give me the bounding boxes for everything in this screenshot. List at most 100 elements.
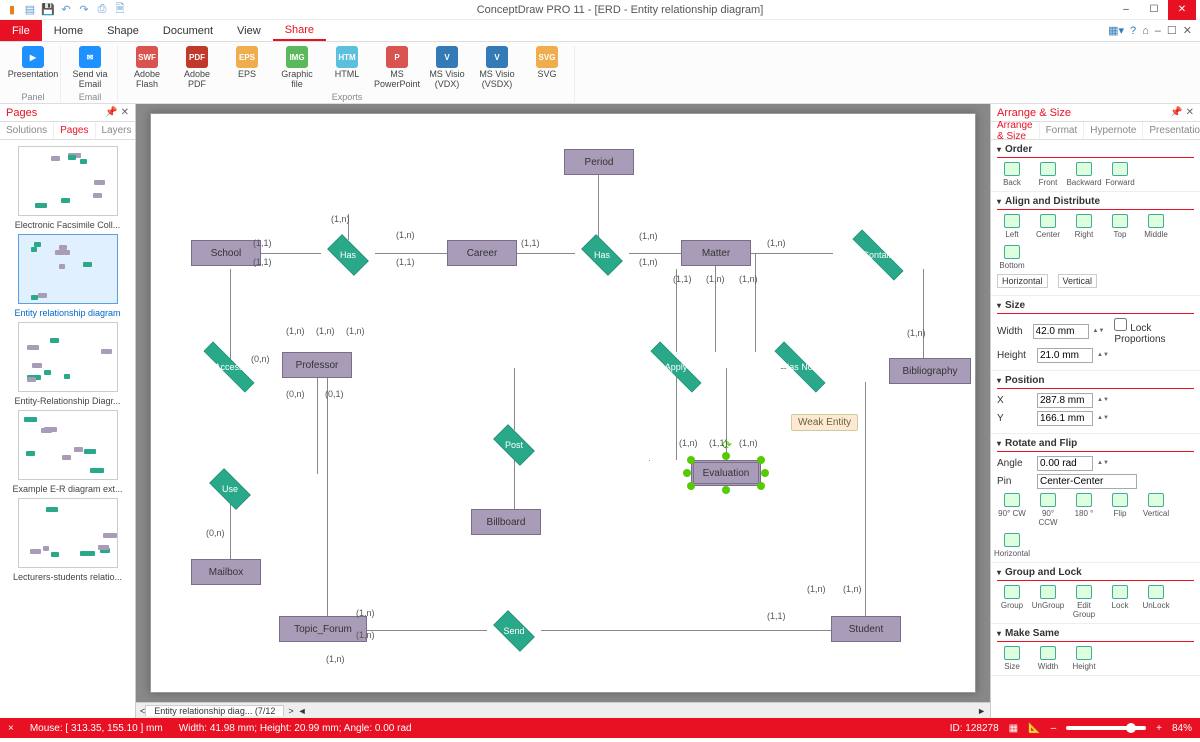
- horizontal-button[interactable]: Horizontal: [997, 533, 1027, 558]
- tab-solutions[interactable]: Solutions: [0, 122, 54, 139]
- spinner-icon[interactable]: ▲▼: [1097, 353, 1109, 358]
- hscroll-right-icon[interactable]: ►: [977, 706, 986, 716]
- entity-professor[interactable]: Professor: [282, 352, 352, 378]
- height-button[interactable]: Height: [1069, 646, 1099, 671]
- qat-undo-icon[interactable]: ↶: [58, 2, 74, 18]
- menu-view[interactable]: View: [225, 20, 273, 41]
- relationship-has2[interactable]: Has: [575, 240, 629, 270]
- grid-icon[interactable]: ▦: [1009, 723, 1018, 734]
- ribbon-export-v[interactable]: VMS Visio (VDX): [426, 46, 468, 90]
- selection-handle[interactable]: [757, 456, 765, 464]
- qat-redo-icon[interactable]: ↷: [76, 2, 92, 18]
- max2-icon[interactable]: ☐: [1167, 24, 1177, 37]
- back-button[interactable]: Back: [997, 162, 1027, 187]
- help-icon[interactable]: ?: [1130, 25, 1136, 37]
- entity-evaluation[interactable]: Evaluation: [691, 460, 761, 486]
- qat-print-icon[interactable]: ⎙: [94, 2, 110, 18]
- width-input[interactable]: [1033, 324, 1089, 339]
- qat-recent-icon[interactable]: 🗎: [112, 2, 128, 18]
- entity-school[interactable]: School: [191, 240, 261, 266]
- pin-icon[interactable]: 📌 ✕: [1170, 107, 1194, 118]
- page-thumbnail[interactable]: Example E-R diagram ext...: [8, 410, 128, 494]
- front-button[interactable]: Front: [1033, 162, 1063, 187]
- zoom-slider[interactable]: [1066, 726, 1146, 730]
- backward-button[interactable]: Backward: [1069, 162, 1099, 187]
- diagram-canvas[interactable]: PeriodSchoolCareerMatterProfessorBibliog…: [150, 113, 976, 693]
- min2-icon[interactable]: –: [1155, 25, 1161, 37]
- vertical-button[interactable]: Vertical: [1141, 493, 1171, 527]
- entity-career[interactable]: Career: [447, 240, 517, 266]
- relationship-post[interactable]: Post: [487, 430, 541, 460]
- ribbon-send-email[interactable]: ✉ Send via Email: [69, 46, 111, 90]
- width-button[interactable]: Width: [1033, 646, 1063, 671]
- entity-matter[interactable]: Matter: [681, 240, 751, 266]
- group-button[interactable]: Group: [997, 585, 1027, 619]
- relationship-notes[interactable]: It Has Notes: [755, 352, 845, 382]
- ribbon-export-v[interactable]: VMS Visio (VSDX): [476, 46, 518, 90]
- size-button[interactable]: Size: [997, 646, 1027, 671]
- ruler-icon[interactable]: 📐: [1028, 723, 1040, 734]
- pin-icon[interactable]: 📌 ✕: [105, 107, 129, 118]
- middle-button[interactable]: Middle: [1141, 214, 1171, 239]
- spinner-icon[interactable]: ▲▼: [1097, 398, 1109, 403]
- ungroup-button[interactable]: UnGroup: [1033, 585, 1063, 619]
- relationship-has1[interactable]: Has: [321, 240, 375, 270]
- menu-shape[interactable]: Shape: [95, 20, 151, 41]
- qat-open-icon[interactable]: ▤: [22, 2, 38, 18]
- relationship-apply[interactable]: Apply: [631, 352, 721, 382]
- relationship-contain[interactable]: Contain: [833, 240, 923, 270]
- entity-mailbox[interactable]: Mailbox: [191, 559, 261, 585]
- menu-share[interactable]: Share: [273, 20, 326, 41]
- center-button[interactable]: Center: [1033, 214, 1063, 239]
- relationship-send[interactable]: Send: [487, 616, 541, 646]
- entity-topic[interactable]: Topic_Forum: [279, 616, 367, 642]
- ribbon-presentation[interactable]: ▶ Presentation: [12, 46, 54, 80]
- status-close-icon[interactable]: ×: [8, 723, 14, 734]
- tab-layers[interactable]: Layers: [96, 122, 139, 139]
- selection-handle[interactable]: [761, 469, 769, 477]
- unlock-button[interactable]: UnLock: [1141, 585, 1171, 619]
- qat-save-icon[interactable]: 💾: [40, 2, 56, 18]
- lock-proportions-checkbox[interactable]: [1114, 318, 1127, 331]
- tab-arrange[interactable]: Arrange & Size: [991, 122, 1040, 139]
- dropdown-icon[interactable]: ▦▾: [1108, 24, 1124, 37]
- top-button[interactable]: Top: [1105, 214, 1135, 239]
- selection-handle[interactable]: [683, 469, 691, 477]
- ribbon-export-eps[interactable]: EPSEPS: [226, 46, 268, 90]
- tab-nav-next[interactable]: >: [288, 706, 293, 716]
- selection-handle[interactable]: [757, 482, 765, 490]
- entity-billboard[interactable]: Billboard: [471, 509, 541, 535]
- left-button[interactable]: Left: [997, 214, 1027, 239]
- selection-handle[interactable]: [722, 452, 730, 460]
- selection-handle[interactable]: [687, 482, 695, 490]
- entity-period[interactable]: Period: [564, 149, 634, 175]
- menu-file[interactable]: File: [0, 20, 42, 41]
- close-button[interactable]: ✕: [1168, 0, 1196, 20]
- right-button[interactable]: Right: [1069, 214, 1099, 239]
- --button[interactable]: 180 °: [1069, 493, 1099, 527]
- document-tab[interactable]: Entity relationship diag... (7/12: [145, 705, 284, 716]
- lock-button[interactable]: Lock: [1105, 585, 1135, 619]
- page-thumbnail[interactable]: Electronic Facsimile Coll...: [8, 146, 128, 230]
- selection-handle[interactable]: [722, 486, 730, 494]
- bottom-button[interactable]: Bottom: [997, 245, 1027, 270]
- zoom-out-icon[interactable]: –: [1051, 723, 1057, 734]
- -cw-button[interactable]: 90° CW: [997, 493, 1027, 527]
- height-input[interactable]: [1037, 348, 1093, 363]
- angle-input[interactable]: [1037, 456, 1093, 471]
- edit-group-button[interactable]: Edit Group: [1069, 585, 1099, 619]
- close2-icon[interactable]: ✕: [1183, 24, 1192, 37]
- canvas-scroll[interactable]: PeriodSchoolCareerMatterProfessorBibliog…: [136, 104, 990, 702]
- relationship-use[interactable]: Use: [203, 474, 257, 504]
- ribbon-export-pdf[interactable]: PDFAdobe PDF: [176, 46, 218, 90]
- menu-document[interactable]: Document: [151, 20, 225, 41]
- ribbon-export-swf[interactable]: SWFAdobe Flash: [126, 46, 168, 90]
- x-input[interactable]: [1037, 393, 1093, 408]
- spinner-icon[interactable]: ▲▼: [1097, 461, 1109, 466]
- minimize-button[interactable]: –: [1112, 0, 1140, 20]
- distribute-v[interactable]: Vertical: [1058, 274, 1098, 288]
- ribbon-export-img[interactable]: IMGGraphic file: [276, 46, 318, 90]
- y-input[interactable]: [1037, 411, 1093, 426]
- maximize-button[interactable]: ☐: [1140, 0, 1168, 20]
- pin-select[interactable]: [1037, 474, 1137, 489]
